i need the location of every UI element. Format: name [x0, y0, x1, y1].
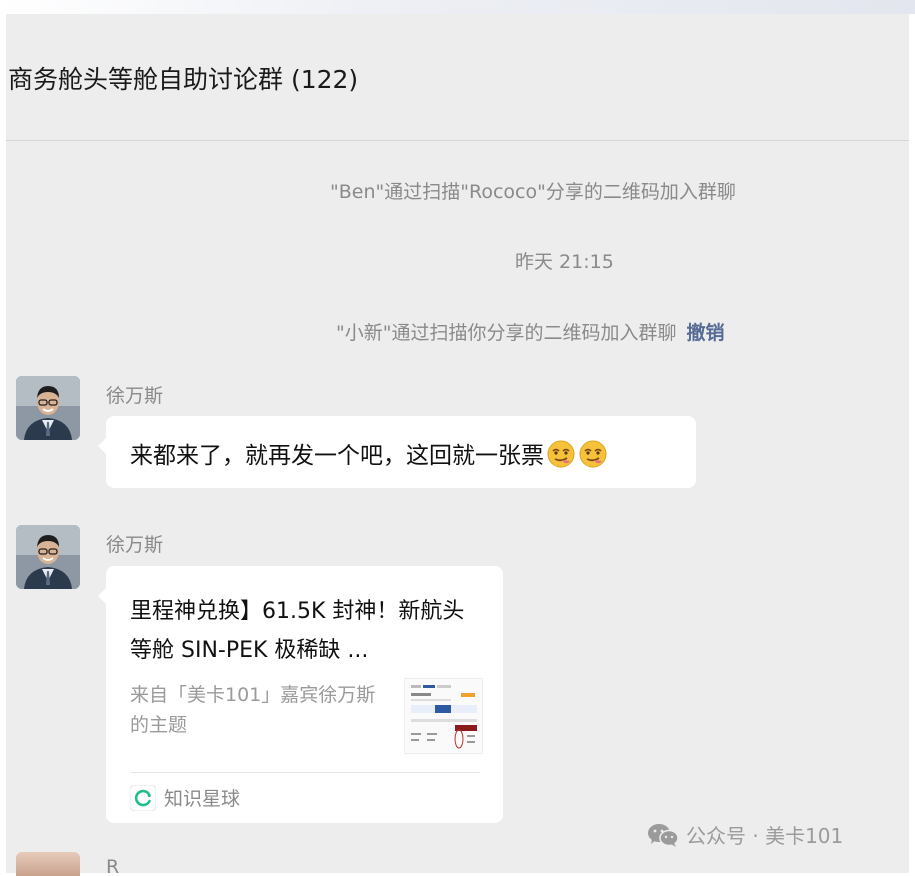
watermark: 公众号 · 美卡101 [646, 820, 843, 849]
sender-name: 徐万斯 [106, 534, 164, 556]
system-message: "Ben"通过扫描"Rococo"分享的二维码加入群聊 [330, 177, 736, 204]
chat-title[interactable]: 商务舱头等舱自助讨论群 (122) [8, 60, 358, 96]
chat-header: 商务舱头等舱自助讨论群 (122) [6, 14, 909, 141]
card-source: 知识星球 [130, 784, 240, 811]
chat-window: 商务舱头等舱自助讨论群 (122) "Ben"通过扫描"Rococo"分享的二维… [6, 14, 909, 876]
zsxq-logo-icon [130, 784, 156, 811]
message-text-content: 来都来了，就再发一个吧，这回就一张票 [130, 443, 544, 469]
smirk-emoji-icon [579, 440, 607, 468]
card-title: 里程神兑换】61.5K 封神！新航头等舱 SIN-PEK 极稀缺 ... [130, 599, 465, 663]
card-source-label: 知识星球 [164, 788, 241, 810]
revoke-link[interactable]: 撤销 [686, 322, 724, 344]
timestamp-text: 昨天 21:15 [515, 251, 614, 273]
smirk-emoji-icon [547, 440, 575, 468]
card-divider [130, 772, 480, 773]
card-description: 来自「美卡101」嘉宾徐万斯的主题 [130, 684, 376, 736]
avatar[interactable] [16, 852, 80, 876]
system-message-text: "Ben"通过扫描"Rococo"分享的二维码加入群聊 [330, 181, 736, 203]
message-bubble[interactable]: 来都来了，就再发一个吧，这回就一张票 [98, 416, 696, 488]
timestamp: 昨天 21:15 [515, 247, 614, 274]
avatar[interactable] [16, 525, 80, 589]
system-message: "小新"通过扫描你分享的二维码加入群聊 撤销 [336, 318, 725, 345]
sender-name: R [106, 856, 120, 874]
card-thumbnail [404, 678, 483, 754]
thumbnail-image [411, 685, 477, 749]
avatar[interactable] [16, 376, 80, 440]
link-card[interactable]: 里程神兑换】61.5K 封神！新航头等舱 SIN-PEK 极稀缺 ... 来自「… [98, 566, 503, 823]
watermark-text: 公众号 · 美卡101 [686, 824, 844, 848]
window-top-strip [0, 0, 915, 14]
avatar-image [16, 525, 80, 589]
system-message-text: "小新"通过扫描你分享的二维码加入群聊 [336, 322, 677, 344]
sender-name: 徐万斯 [106, 385, 164, 407]
avatar-image [16, 376, 80, 440]
message-text: 来都来了，就再发一个吧，这回就一张票 [130, 436, 608, 470]
wechat-icon [648, 823, 679, 847]
